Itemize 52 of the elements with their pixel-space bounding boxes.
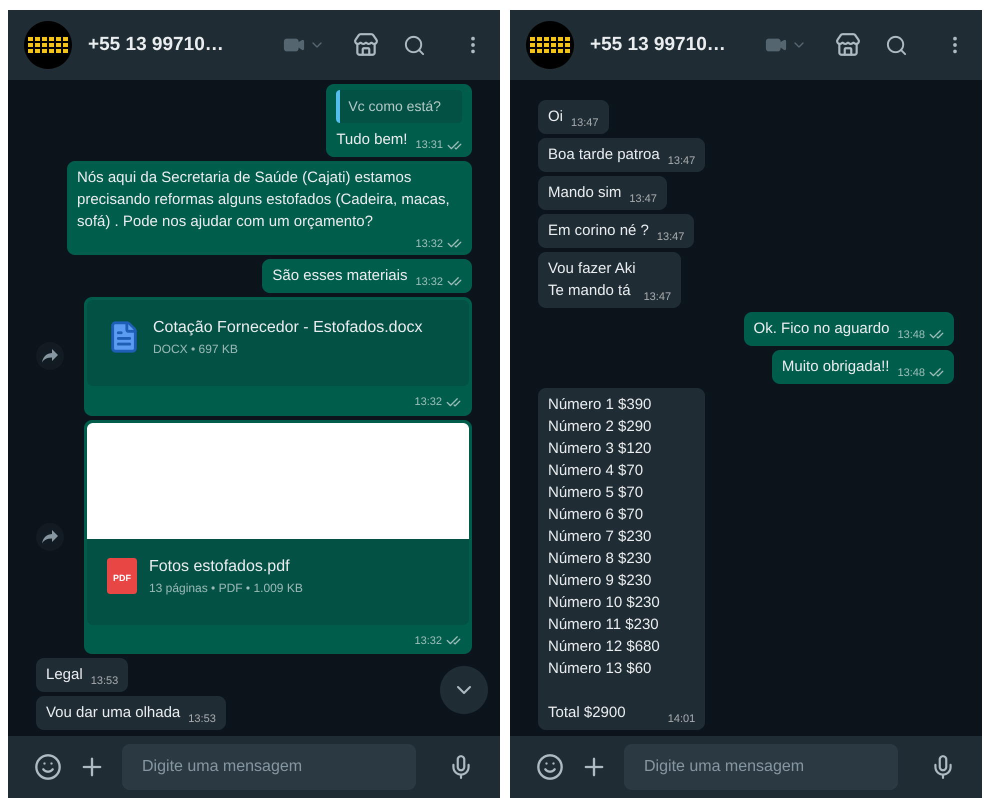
pdf-icon: PDF bbox=[107, 558, 137, 594]
message-text: Nós aqui da Secretaria de Saúde (Cajati) estamos precisando reformas alguns estofados (Cadeira, macas, sofá) . Pode nos ajudar com um orçamento? bbox=[77, 168, 451, 232]
message-time: 13:48 bbox=[897, 328, 925, 342]
message-time: 13:47 bbox=[656, 230, 684, 244]
message-input[interactable]: Digite uma mensagem bbox=[122, 744, 416, 790]
file-details: 13 páginas • PDF • 1.009 KB bbox=[149, 580, 303, 596]
message-text: Oi bbox=[548, 107, 563, 127]
store-icon[interactable] bbox=[835, 32, 861, 58]
quoted-message: Vc como está? bbox=[336, 90, 462, 122]
message-text: Mando sim bbox=[548, 183, 622, 203]
message-time: 13:47 bbox=[644, 290, 672, 304]
emoji-icon[interactable] bbox=[536, 753, 564, 781]
share-arrow-icon bbox=[42, 530, 58, 544]
file-details: DOCX • 697 KB bbox=[153, 341, 239, 358]
contact-name[interactable]: +55 13 99710… bbox=[590, 30, 726, 60]
file-name: Cotação Fornecedor - Estofados.docx bbox=[153, 318, 422, 338]
forward-button[interactable] bbox=[36, 522, 64, 551]
message-time: 13:47 bbox=[571, 116, 599, 130]
message-time: 14:01 bbox=[668, 712, 696, 726]
share-arrow-icon bbox=[42, 349, 58, 364]
emoji-icon[interactable] bbox=[34, 753, 62, 781]
message-text: Número 1 $390 Número 2 $290 Número 3 $120 Número 4 $70 Número 5 $70 Número 6 $70 Número 7 $230 Número 8 $230 Número 9 $230 Número 10 $230 Número 11 $230 Número 12 $680 Número 13 $60 Total $2900 bbox=[548, 395, 660, 723]
message-text: São esses materiais bbox=[272, 266, 408, 286]
message-time: 13:48 bbox=[897, 366, 925, 380]
message-text: Vou fazer Aki Te mando tá bbox=[548, 259, 636, 301]
message-time: 13:47 bbox=[629, 192, 657, 206]
message-time: 13:32 bbox=[415, 274, 443, 290]
file-card[interactable]: Cotação Fornecedor - Estofados.docx DOCX • 697 KB bbox=[87, 300, 469, 386]
message-time: 13:32 bbox=[414, 395, 442, 410]
store-icon[interactable] bbox=[353, 32, 379, 58]
message-text: Em corino né ? bbox=[548, 221, 649, 241]
message-input[interactable]: Digite uma mensagem bbox=[624, 744, 898, 790]
message-time: 13:32 bbox=[414, 634, 442, 648]
message-time: 13:53 bbox=[90, 674, 118, 688]
message-time: 13:53 bbox=[188, 712, 216, 726]
message-text: Ok. Fico no aguardo bbox=[754, 319, 890, 339]
contact-name[interactable]: +55 13 99710… bbox=[88, 30, 224, 60]
search-icon[interactable] bbox=[885, 34, 908, 56]
message-time: 13:32 bbox=[415, 236, 443, 252]
message-text: Muito obrigada!! bbox=[782, 357, 890, 377]
avatar-logo-icon bbox=[24, 21, 72, 69]
message-time: 13:47 bbox=[668, 154, 696, 168]
message-text: Vou dar uma olhada bbox=[46, 703, 180, 723]
message-text: Tudo bem! bbox=[336, 130, 408, 150]
forward-button[interactable] bbox=[36, 342, 64, 370]
file-card[interactable]: PDF Fotos estofados.pdf 13 páginas • PDF • 1.009 KB bbox=[87, 538, 469, 624]
search-icon[interactable] bbox=[403, 34, 426, 56]
message-text: Boa tarde patroa bbox=[548, 145, 660, 165]
message-time: 13:31 bbox=[415, 138, 443, 153]
avatar-logo-icon bbox=[526, 21, 574, 69]
message-text: Legal bbox=[46, 665, 83, 685]
file-name: Fotos estofados.pdf bbox=[149, 556, 291, 576]
